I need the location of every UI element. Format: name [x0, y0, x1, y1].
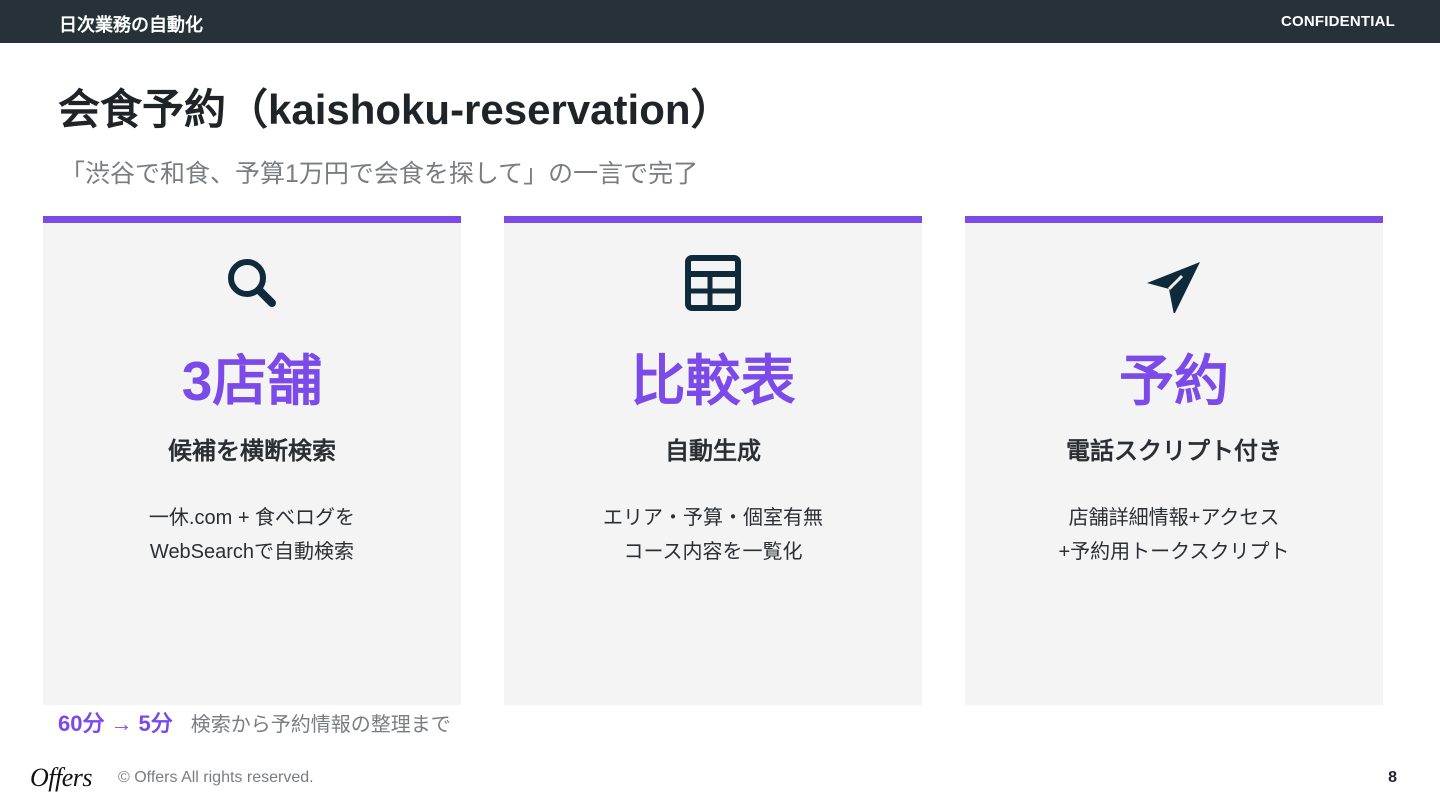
card-subhead: 自動生成 [665, 438, 761, 465]
confidential-label: CONFIDENTIAL [1280, 13, 1395, 30]
card-description-line: WebSearchで自動検索 [149, 541, 355, 563]
offers-logo: Offers [30, 763, 93, 792]
slide-subtitle: 「渋谷で和食、予算1万円で会食を探して」の一言で完了 [60, 160, 699, 188]
copyright: © Offers All rights reserved. [118, 769, 314, 786]
card-description: エリア・予算・個室有無 コース内容を一覧化 [504, 501, 922, 569]
card-description-line: 一休.com + 食べログを [148, 507, 356, 529]
card-description-line: 店舗詳細情報+アクセス [1068, 507, 1280, 529]
card-headline: 3店舗 [181, 350, 323, 412]
stat-before: 60分 [58, 711, 105, 736]
feature-card-table: 比較表 自動生成 エリア・予算・個室有無 コース内容を一覧化 [504, 216, 922, 705]
card-subhead: 候補を横断検索 [168, 438, 336, 465]
send-icon [1147, 262, 1200, 313]
feature-card-reserve: 予約 電話スクリプト付き 店舗詳細情報+アクセス +予約用トークスクリプト [965, 216, 1383, 705]
slide-title: 会食予約（kaishoku-reservation） [58, 86, 733, 133]
card-description-line: +予約用トークスクリプト [1058, 541, 1290, 563]
search-icon [228, 259, 276, 307]
card-headline: 比較表 [630, 350, 796, 412]
card-subhead: 電話スクリプト付き [1066, 438, 1282, 465]
page-number: 8 [1388, 769, 1397, 786]
card-description: 一休.com + 食べログを WebSearchで自動検索 [43, 501, 461, 569]
top-bar: 日次業務の自動化 CONFIDENTIAL [0, 0, 1440, 43]
table-icon [685, 255, 741, 311]
card-description-line: エリア・予算・個室有無 [603, 507, 823, 529]
card-description-line: コース内容を一覧化 [623, 541, 803, 563]
stat-note: 検索から予約情報の整理まで [190, 714, 451, 736]
stat-arrow: → [110, 711, 133, 736]
time-saving-stat: 60分 → 5分 検索から予約情報の整理まで [58, 706, 451, 738]
section-label: 日次業務の自動化 [59, 15, 203, 35]
card-headline: 予約 [1118, 350, 1229, 412]
card-description: 店舗詳細情報+アクセス +予約用トークスクリプト [965, 501, 1383, 569]
feature-card-search: 3店舗 候補を横断検索 一休.com + 食べログを WebSearchで自動検… [43, 216, 461, 705]
stat-after: 5分 [138, 711, 173, 736]
